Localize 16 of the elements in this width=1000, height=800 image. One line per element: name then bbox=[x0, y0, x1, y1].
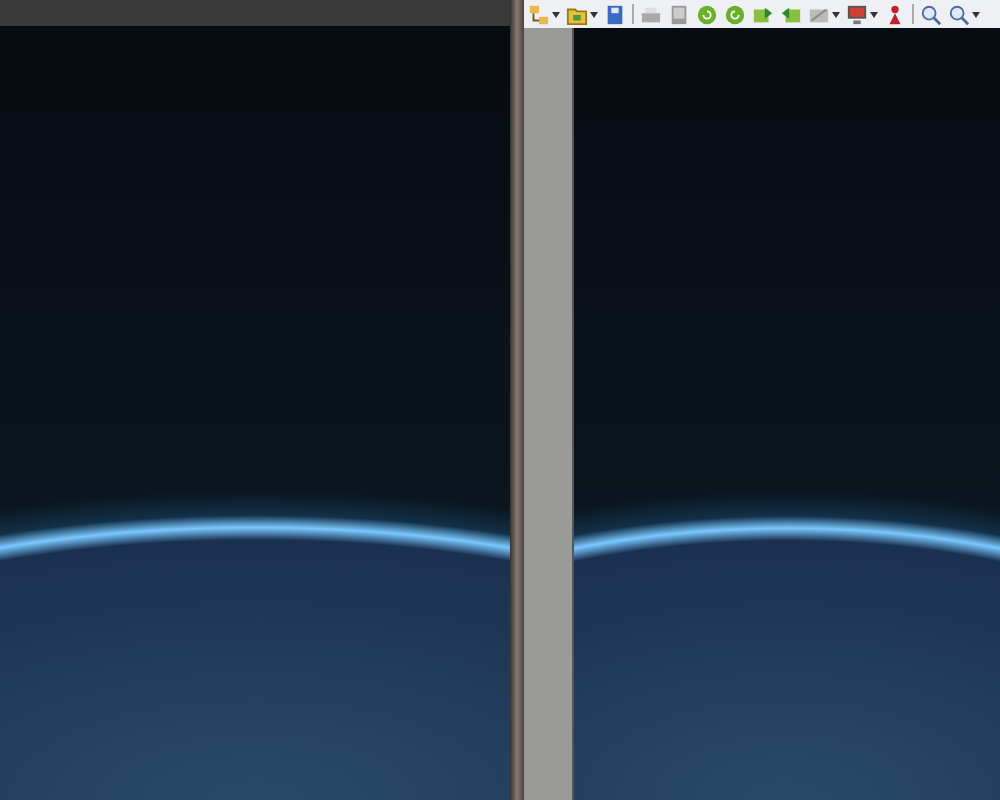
folder-icon[interactable] bbox=[566, 3, 588, 25]
tree-icon[interactable] bbox=[528, 3, 550, 25]
caret-icon[interactable] bbox=[972, 11, 980, 17]
caret-icon[interactable] bbox=[832, 11, 840, 17]
magnifier-icon[interactable] bbox=[920, 3, 942, 25]
caret-icon[interactable] bbox=[552, 11, 560, 17]
caret-icon[interactable] bbox=[870, 11, 878, 17]
circle-arrow-icon[interactable] bbox=[724, 3, 746, 25]
splitter-bar[interactable] bbox=[510, 0, 524, 800]
monitor-icon[interactable] bbox=[846, 3, 868, 25]
save-icon[interactable] bbox=[604, 3, 626, 25]
caret-icon[interactable] bbox=[590, 11, 598, 17]
scanner-icon[interactable] bbox=[668, 3, 690, 25]
figure-icon[interactable] bbox=[884, 3, 906, 25]
circle-arrow-icon[interactable] bbox=[696, 3, 718, 25]
magnifier-icon[interactable] bbox=[948, 3, 970, 25]
